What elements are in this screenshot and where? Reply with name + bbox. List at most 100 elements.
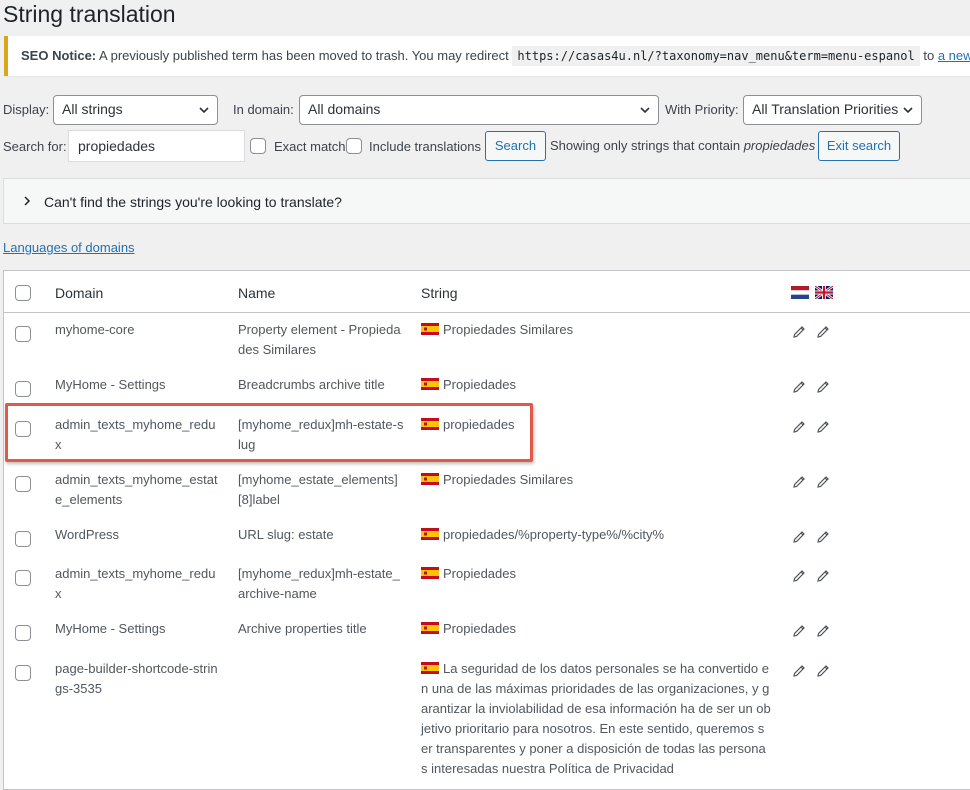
header-domain: Domain [55,285,104,301]
row-string[interactable]: Propiedades [421,619,771,639]
chevron-down-icon [640,107,650,114]
pencil-icon[interactable] [815,623,831,639]
chevron-down-icon [199,107,209,114]
pencil-icon[interactable] [791,474,807,490]
flag-es-icon [421,528,439,540]
row-string-text: Propiedades [443,621,516,636]
flag-gb-icon[interactable] [815,286,833,299]
page-title: String translation [3,1,176,27]
row-checkbox[interactable] [15,625,31,641]
domain-select[interactable]: All domains [299,95,659,125]
chevron-down-icon [903,107,913,114]
row-string[interactable]: Propiedades [421,375,771,395]
include-translations-checkbox[interactable] [346,138,362,154]
showing-prefix: Showing only strings that contain [550,138,741,153]
notice-text: A previously published term has been mov… [99,48,509,63]
flag-es-icon [421,378,439,390]
include-translations-label: Include translations [369,139,482,154]
flag-es-icon [421,418,439,430]
help-text: Can't find the strings you're looking to… [44,194,342,210]
seo-notice: SEO Notice: A previously published term … [4,36,970,76]
pencil-icon[interactable] [815,419,831,435]
pencil-icon[interactable] [791,623,807,639]
pencil-icon[interactable] [815,568,831,584]
row-domain: page-builder-shortcode-strings-3535 [55,661,218,696]
row-string-text: Propiedades [443,377,516,392]
row-string[interactable]: Propiedades Similares [421,470,771,490]
row-name: [myhome_redux]mh-estate_archive-name [238,566,400,601]
row-checkbox[interactable] [15,665,31,681]
row-name: Archive properties title [238,621,367,636]
pencil-icon[interactable] [815,529,831,545]
pencil-icon[interactable] [815,324,831,340]
row-domain: MyHome - Settings [55,377,166,392]
row-checkbox[interactable] [15,421,31,437]
priority-label: With Priority: [665,102,739,117]
row-domain: admin_texts_myhome_redux [55,566,216,601]
pencil-icon[interactable] [791,324,807,340]
row-name: [myhome_estate_elements][8]label [238,472,398,507]
showing-text: Showing only strings that contain propie… [550,138,815,153]
notice-label: SEO Notice: [21,48,97,63]
search-input[interactable]: propiedades [68,130,245,162]
chevron-right-icon [24,196,31,206]
flag-es-icon [421,323,439,335]
exit-search-button[interactable]: Exit search [818,131,900,161]
notice-link[interactable]: a new [938,48,970,63]
flag-es-icon [421,473,439,485]
row-checkbox[interactable] [15,570,31,586]
row-checkbox[interactable] [15,381,31,397]
row-string[interactable]: Propiedades [421,564,771,584]
help-box[interactable]: Can't find the strings you're looking to… [3,178,970,224]
row-checkbox[interactable] [15,476,31,492]
languages-of-domains-link[interactable]: Languages of domains [3,240,135,255]
search-button[interactable]: Search [485,131,546,161]
row-string-text: Propiedades [443,566,516,581]
display-select[interactable]: All strings [53,95,218,125]
exact-match-checkbox[interactable] [250,138,266,154]
row-name: Breadcrumbs archive title [238,377,385,392]
row-string-text: propiedades/%property-type%/%city% [443,527,665,542]
flag-es-icon [421,567,439,579]
domain-label: In domain: [233,102,294,117]
pencil-icon[interactable] [791,379,807,395]
priority-value: All Translation Priorities [752,101,899,117]
row-string[interactable]: La seguridad de los datos personales se … [421,659,771,779]
row-name: [myhome_redux]mh-estate-slug [238,417,404,452]
select-all-checkbox[interactable] [15,285,31,301]
flag-es-icon [421,622,439,634]
row-string-text: Propiedades Similares [443,472,574,487]
row-name: URL slug: estate [238,527,334,542]
row-domain: admin_texts_myhome_redux [55,417,216,452]
priority-select[interactable]: All Translation Priorities [743,95,922,125]
showing-term: propiedades [743,138,816,153]
flag-nl-icon[interactable] [791,286,809,299]
row-string[interactable]: Propiedades Similares [421,320,771,340]
row-domain: admin_texts_myhome_estate_elements [55,472,218,507]
pencil-icon[interactable] [791,419,807,435]
flag-es-icon [421,662,439,674]
row-domain: myhome-core [55,322,135,337]
pencil-icon[interactable] [815,379,831,395]
pencil-icon[interactable] [791,568,807,584]
domain-value: All domains [308,101,381,117]
row-string-text: La seguridad de los datos personales se … [421,661,771,776]
pencil-icon[interactable] [791,663,807,679]
row-string-text: propiedades [443,417,515,432]
row-domain: MyHome - Settings [55,621,166,636]
row-string[interactable]: propiedades [421,415,771,435]
row-checkbox[interactable] [15,326,31,342]
pencil-icon[interactable] [815,474,831,490]
notice-to: to [923,48,935,63]
row-name: Property element - Propiedades Similares [238,322,401,357]
row-checkbox[interactable] [15,531,31,547]
display-label: Display: [3,102,50,117]
strings-table: Domain Name String myhome-core Property e… [3,270,970,790]
search-label: Search for: [3,139,67,154]
notice-code: https://casas4u.nl/?taxonomy=nav_menu&te… [512,46,920,66]
row-domain: WordPress [55,527,120,542]
pencil-icon[interactable] [791,529,807,545]
row-string[interactable]: propiedades/%property-type%/%city% [421,525,771,545]
display-value: All strings [62,101,123,117]
pencil-icon[interactable] [815,663,831,679]
